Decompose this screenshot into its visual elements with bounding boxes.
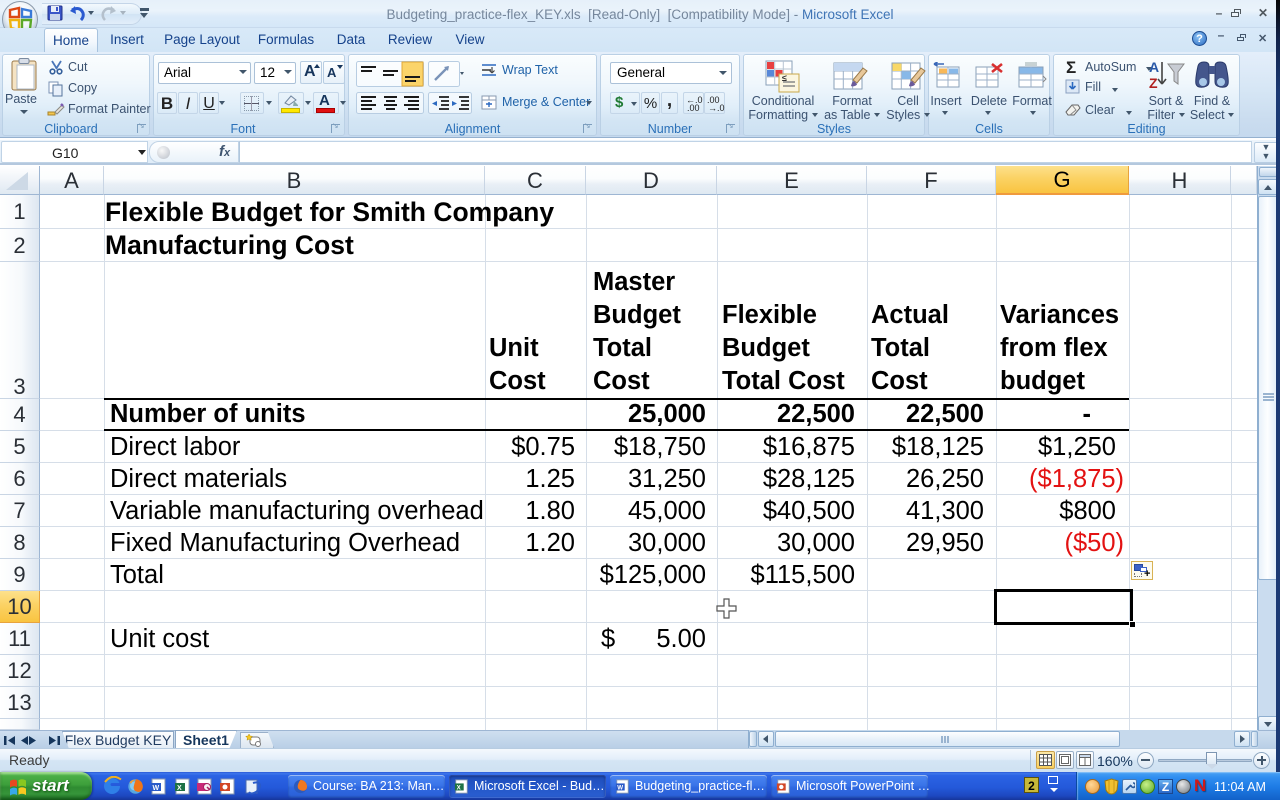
svg-text:A: A: [1149, 59, 1159, 75]
svg-text:Z: Z: [1149, 75, 1158, 91]
svg-text:≤: ≤: [782, 73, 787, 83]
svg-text:W: W: [617, 785, 623, 792]
svg-text:W: W: [153, 785, 160, 792]
svg-text:X: X: [177, 785, 182, 792]
